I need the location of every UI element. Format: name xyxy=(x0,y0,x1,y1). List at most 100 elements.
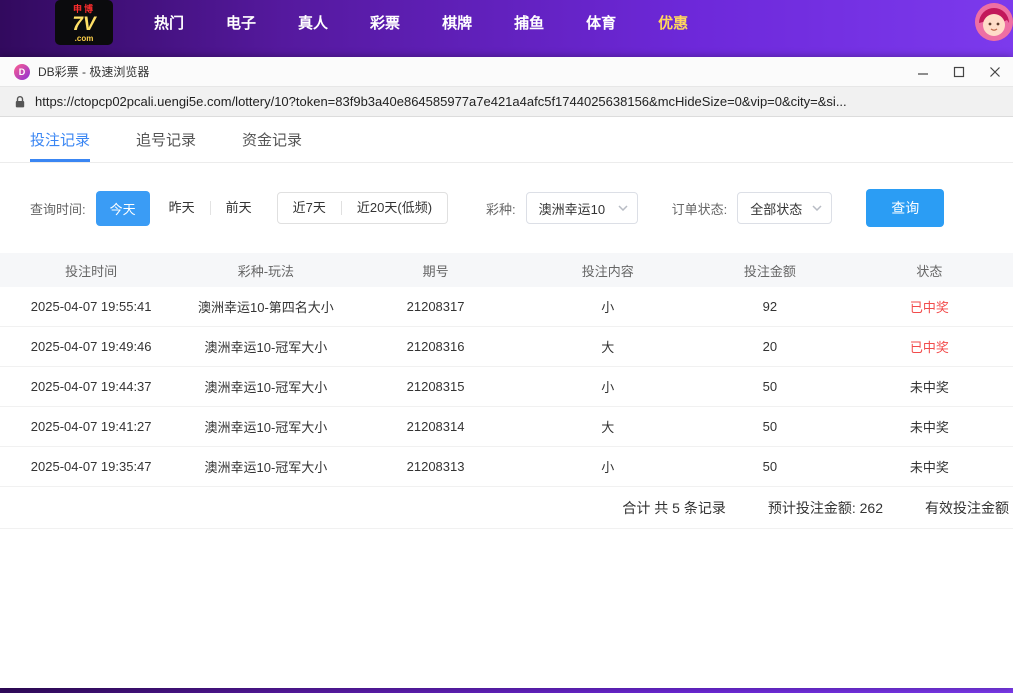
nav-item-lottery[interactable]: 彩票 xyxy=(349,12,421,33)
cell-issue: 21208316 xyxy=(349,339,521,354)
cell-issue: 21208317 xyxy=(349,299,521,314)
cell-game-play: 澳洲幸运10-冠军大小 xyxy=(182,377,349,396)
cell-game-play: 澳洲幸运10-冠军大小 xyxy=(182,457,349,476)
query-time-label: 查询时间: xyxy=(30,199,86,218)
address-bar: https://ctopcp02pcali.uengi5e.com/lotter… xyxy=(0,87,1013,117)
order-status-label: 订单状态: xyxy=(672,199,728,218)
chevron-down-icon xyxy=(812,205,822,211)
cell-issue: 21208314 xyxy=(349,419,521,434)
table-header-row: 投注时间 彩种-玩法 期号 投注内容 投注金额 状态 xyxy=(0,253,1013,287)
cell-bet-time: 2025-04-07 19:55:41 xyxy=(0,299,182,314)
avatar-face-icon xyxy=(975,3,1013,41)
quick-filter-group: 昨天 前天 xyxy=(154,201,267,215)
table-row: 2025-04-07 19:44:37 澳洲幸运10-冠军大小 21208315… xyxy=(0,367,1013,407)
order-status-select[interactable]: 全部状态 xyxy=(737,192,832,224)
nav-item-fishing[interactable]: 捕鱼 xyxy=(493,12,565,33)
quick-filter-20days[interactable]: 近20天(低频) xyxy=(342,201,447,215)
cell-bet-amount: 20 xyxy=(694,339,846,354)
record-tabs: 投注记录 追号记录 资金记录 xyxy=(0,117,1013,163)
cell-status: 已中奖 xyxy=(846,337,1013,356)
table-summary-row: 合计 共 5 条记录 预计投注金额: 262 有效投注金额 xyxy=(0,487,1013,529)
quick-filter-7days[interactable]: 近7天 xyxy=(278,201,342,215)
window-controls xyxy=(905,57,1013,86)
cell-status: 未中奖 xyxy=(846,457,1013,476)
table-row: 2025-04-07 19:35:47 澳洲幸运10-冠军大小 21208313… xyxy=(0,447,1013,487)
cell-game-play: 澳洲幸运10-冠军大小 xyxy=(182,417,349,436)
quick-filter-yesterday[interactable]: 昨天 xyxy=(154,201,211,215)
nav-item-sports[interactable]: 体育 xyxy=(565,12,637,33)
user-avatar[interactable] xyxy=(975,3,1013,41)
minimize-icon xyxy=(917,66,929,78)
logo-main-text: 7V xyxy=(72,15,95,34)
table-row: 2025-04-07 19:41:27 澳洲幸运10-冠军大小 21208314… xyxy=(0,407,1013,447)
summary-expected-amount: 预计投注金额: 262 xyxy=(768,498,883,518)
lottery-type-value: 澳洲幸运10 xyxy=(539,199,605,218)
header-game-play: 彩种-玩法 xyxy=(182,261,349,280)
lottery-type-select[interactable]: 澳洲幸运10 xyxy=(526,192,638,224)
cell-bet-time: 2025-04-07 19:41:27 xyxy=(0,419,182,434)
main-nav: 热门 电子 真人 彩票 棋牌 捕鱼 体育 优惠 xyxy=(133,12,709,33)
header-bet-content: 投注内容 xyxy=(522,261,694,280)
tab-bet-records[interactable]: 投注记录 xyxy=(30,117,90,162)
close-button[interactable] xyxy=(977,57,1013,86)
site-favicon-icon: D xyxy=(14,64,30,80)
header-bet-amount: 投注金额 xyxy=(694,261,846,280)
logo-com-text: .com xyxy=(75,35,94,43)
nav-item-slots[interactable]: 电子 xyxy=(205,12,277,33)
header-issue: 期号 xyxy=(349,261,521,280)
maximize-button[interactable] xyxy=(941,57,977,86)
cell-issue: 21208315 xyxy=(349,379,521,394)
url-text[interactable]: https://ctopcp02pcali.uengi5e.com/lotter… xyxy=(35,94,999,109)
table-row: 2025-04-07 19:49:46 澳洲幸运10-冠军大小 21208316… xyxy=(0,327,1013,367)
header-status: 状态 xyxy=(846,261,1013,280)
top-nav-bar: 申博 7V .com 热门 电子 真人 彩票 棋牌 捕鱼 体育 优惠 xyxy=(0,0,1013,45)
order-status-value: 全部状态 xyxy=(750,199,802,218)
cell-game-play: 澳洲幸运10-冠军大小 xyxy=(182,337,349,356)
browser-window: D DB彩票 - 极速浏览器 http xyxy=(0,57,1013,688)
logo-top-text: 申博 xyxy=(73,5,95,14)
chevron-down-icon xyxy=(618,205,628,211)
cell-bet-time: 2025-04-07 19:44:37 xyxy=(0,379,182,394)
cell-bet-time: 2025-04-07 19:49:46 xyxy=(0,339,182,354)
window-title: DB彩票 - 极速浏览器 xyxy=(38,63,149,80)
quick-filter-daybefore[interactable]: 前天 xyxy=(211,201,267,215)
quick-filter-range-group: 近7天 近20天(低频) xyxy=(277,192,448,224)
close-icon xyxy=(989,66,1001,78)
browser-titlebar[interactable]: D DB彩票 - 极速浏览器 xyxy=(0,57,1013,87)
minimize-button[interactable] xyxy=(905,57,941,86)
cell-bet-amount: 50 xyxy=(694,459,846,474)
cell-bet-content: 小 xyxy=(522,457,694,476)
cell-bet-amount: 50 xyxy=(694,379,846,394)
nav-item-live[interactable]: 真人 xyxy=(277,12,349,33)
site-logo[interactable]: 申博 7V .com xyxy=(55,0,113,45)
bet-records-table: 投注时间 彩种-玩法 期号 投注内容 投注金额 状态 2025-04-07 19… xyxy=(0,253,1013,529)
nav-item-hot[interactable]: 热门 xyxy=(133,12,205,33)
quick-filter-today[interactable]: 今天 xyxy=(96,191,150,226)
cell-bet-content: 大 xyxy=(522,337,694,356)
maximize-icon xyxy=(953,66,965,78)
table-row: 2025-04-07 19:55:41 澳洲幸运10-第四名大小 2120831… xyxy=(0,287,1013,327)
cell-bet-time: 2025-04-07 19:35:47 xyxy=(0,459,182,474)
cell-status: 已中奖 xyxy=(846,297,1013,316)
filter-bar: 查询时间: 今天 昨天 前天 近7天 近20天(低频) 彩种: 澳洲幸运10 订… xyxy=(30,189,1013,227)
search-button[interactable]: 查询 xyxy=(866,189,944,227)
cell-bet-amount: 50 xyxy=(694,419,846,434)
cell-bet-content: 大 xyxy=(522,417,694,436)
cell-issue: 21208313 xyxy=(349,459,521,474)
lock-icon[interactable] xyxy=(14,95,26,109)
summary-valid-amount: 有效投注金额 xyxy=(925,498,1009,518)
cell-bet-content: 小 xyxy=(522,297,694,316)
lottery-page: 投注记录 追号记录 资金记录 查询时间: 今天 昨天 前天 近7天 近20天(低… xyxy=(0,117,1013,688)
cell-bet-amount: 92 xyxy=(694,299,846,314)
cell-game-play: 澳洲幸运10-第四名大小 xyxy=(182,297,349,316)
nav-item-promo[interactable]: 优惠 xyxy=(637,12,709,33)
lottery-type-label: 彩种: xyxy=(486,199,516,218)
cell-status: 未中奖 xyxy=(846,377,1013,396)
tab-fund-records[interactable]: 资金记录 xyxy=(242,117,302,162)
summary-total-count: 合计 共 5 条记录 xyxy=(622,498,725,518)
cell-bet-content: 小 xyxy=(522,377,694,396)
header-bet-time: 投注时间 xyxy=(0,261,182,280)
nav-item-cards[interactable]: 棋牌 xyxy=(421,12,493,33)
tab-chase-records[interactable]: 追号记录 xyxy=(136,117,196,162)
cell-status: 未中奖 xyxy=(846,417,1013,436)
